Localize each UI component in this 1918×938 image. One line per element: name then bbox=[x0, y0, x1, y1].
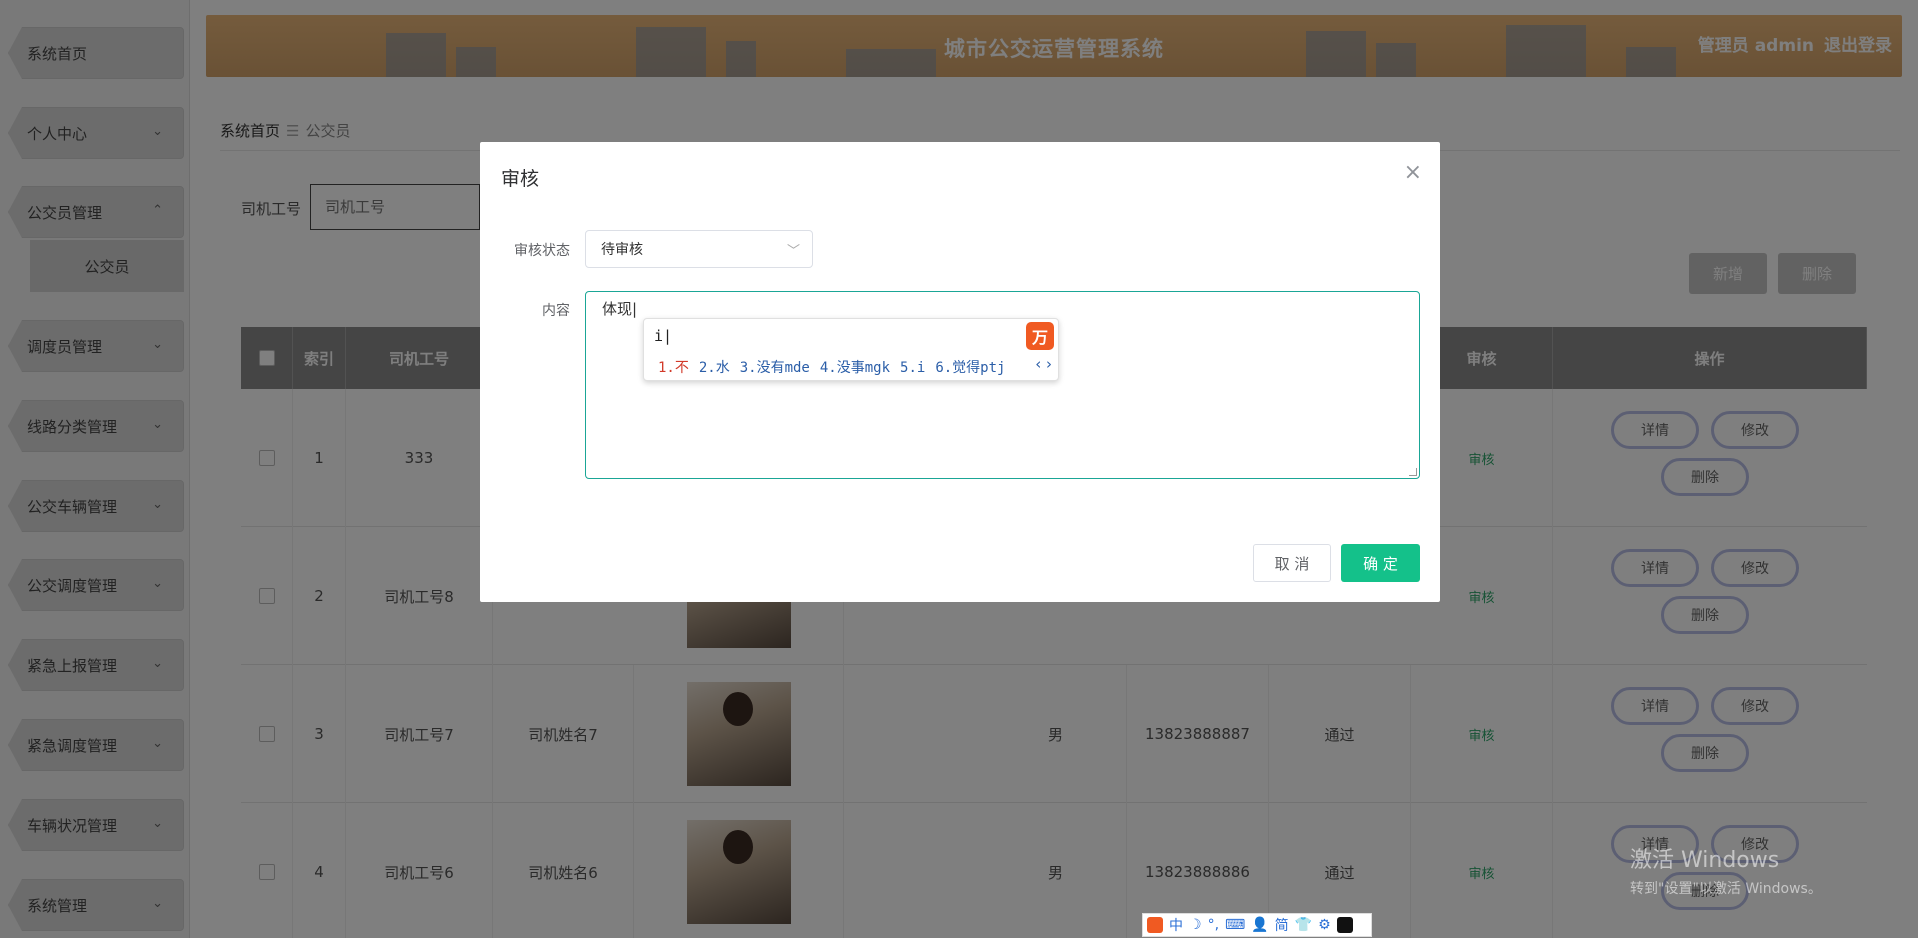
confirm-button[interactable]: 确 定 bbox=[1341, 544, 1420, 582]
watermark-line1: 激活 Windows bbox=[1630, 848, 1780, 873]
simplified-icon[interactable]: 简 bbox=[1275, 915, 1289, 935]
dialog-title: 审核 bbox=[501, 168, 540, 190]
ime-page-arrows-icon[interactable]: ‹ › bbox=[1035, 355, 1052, 373]
windows-activation-watermark: 激活 Windows 转到"设置"以激活 Windows。 bbox=[1630, 842, 1822, 898]
cancel-button[interactable]: 取 消 bbox=[1253, 544, 1331, 582]
text-cursor: | bbox=[632, 300, 638, 318]
ime-candidate[interactable]: 2.水 bbox=[699, 360, 730, 376]
ime-composition-text: i bbox=[654, 327, 664, 345]
audit-status-label: 审核状态 bbox=[514, 243, 570, 259]
gear-icon[interactable]: ⚙ bbox=[1318, 917, 1331, 933]
ime-brand-icon[interactable] bbox=[1147, 917, 1163, 933]
moon-icon[interactable]: ☽ bbox=[1189, 917, 1202, 933]
ime-candidate[interactable]: 6.觉得ptj bbox=[935, 360, 1005, 376]
watermark-line2: 转到"设置"以激活 Windows。 bbox=[1630, 881, 1822, 897]
skin-icon[interactable]: 👕 bbox=[1295, 917, 1312, 933]
keyboard-icon[interactable]: ⌨ bbox=[1225, 917, 1245, 933]
audit-status-select[interactable]: 待审核 ﹀ bbox=[585, 230, 813, 268]
ime-candidates: 1.不 2.水 3.没有mde 4.没事mgk 5.i 6.觉得ptj bbox=[658, 357, 1015, 377]
audit-status-value: 待审核 bbox=[601, 242, 643, 258]
punctuation-icon[interactable]: °, bbox=[1208, 917, 1219, 933]
ime-logo-icon: 万 bbox=[1026, 322, 1054, 350]
ime-composition: i| bbox=[654, 327, 673, 345]
resize-handle[interactable] bbox=[1409, 468, 1417, 476]
ime-mode-icon[interactable]: 中 bbox=[1169, 915, 1183, 935]
close-icon[interactable]: × bbox=[1404, 160, 1422, 185]
content-label: 内容 bbox=[542, 303, 570, 319]
ime-candidate[interactable]: 4.没事mgk bbox=[820, 360, 890, 376]
user-icon[interactable]: 👤 bbox=[1251, 917, 1268, 933]
chevron-down-icon: ﹀ bbox=[786, 244, 800, 259]
ime-candidate-window: i| 万 1.不 2.水 3.没有mde 4.没事mgk 5.i 6.觉得ptj ‹ › bbox=[643, 318, 1059, 381]
ime-candidate[interactable]: 1.不 bbox=[658, 360, 689, 376]
ime-toolbar: 中 ☽ °, ⌨ 👤 简 👕 ⚙ bbox=[1142, 913, 1372, 937]
ime-candidate[interactable]: 3.没有mde bbox=[740, 360, 810, 376]
content-value: 体现 bbox=[602, 300, 633, 318]
tiktok-icon[interactable] bbox=[1336, 917, 1353, 933]
ime-candidate[interactable]: 5.i bbox=[900, 360, 925, 376]
